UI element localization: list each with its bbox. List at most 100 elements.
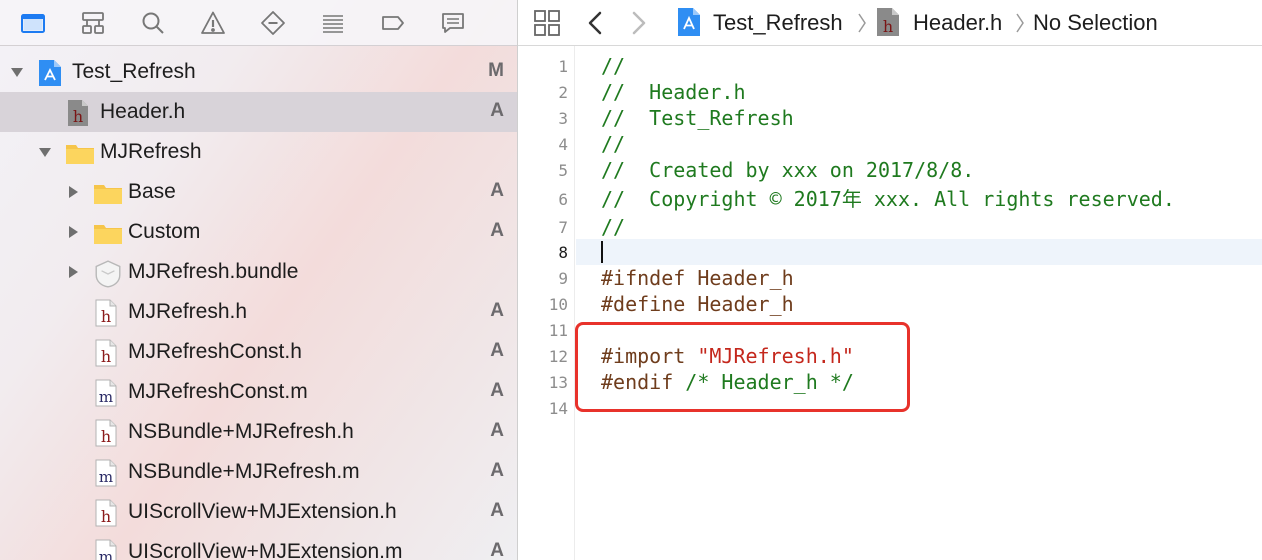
jump-bar: Test_Refresh h Header.h No Selection	[518, 0, 1262, 46]
code-area[interactable]: //// Header.h// Test_Refresh//// Created…	[576, 46, 1262, 560]
code-line: #ifndef Header_h	[601, 265, 794, 291]
line-number: 4	[558, 135, 568, 154]
find-navigator-tab[interactable]	[138, 8, 168, 38]
code-token-comment: //	[601, 215, 626, 239]
chevron-right-icon	[1016, 13, 1024, 33]
code-token-prep: #ifndef Header_h	[601, 266, 794, 290]
code-token-comment: //	[601, 54, 626, 78]
disclosure-open-icon[interactable]	[10, 65, 24, 79]
folder-icon	[93, 219, 123, 247]
report-navigator-tab[interactable]	[438, 8, 468, 38]
disclosure-closed-icon[interactable]	[66, 225, 80, 239]
code-token-comment: //	[601, 132, 626, 156]
project-navigator-tab[interactable]	[18, 8, 48, 38]
breadcrumb-file[interactable]: Header.h	[913, 10, 1002, 36]
text-caret	[601, 241, 603, 263]
tree-row[interactable]: Custom A	[0, 212, 517, 252]
svg-text:h: h	[101, 427, 111, 446]
hierarchy-icon	[82, 11, 104, 34]
tree-row[interactable]: h Header.h A	[0, 92, 517, 132]
tree-row[interactable]: h UIScrollView+MJExtension.h A	[0, 492, 517, 532]
line-number: 13	[548, 373, 568, 392]
header-file-icon: h	[93, 339, 119, 367]
tree-row[interactable]: m NSBundle+MJRefresh.m A	[0, 452, 517, 492]
tree-row[interactable]: h NSBundle+MJRefresh.h A	[0, 412, 517, 452]
svg-text:h: h	[883, 17, 893, 36]
svg-text:h: h	[101, 307, 111, 326]
implementation-file-icon: m	[93, 459, 119, 487]
issue-navigator-tab[interactable]	[198, 8, 228, 38]
source-control-status-badge: M	[488, 60, 504, 81]
test-navigator-tab[interactable]	[258, 8, 288, 38]
line-number-gutter: 1 2 3 4 5 6 7 8 9 10 11 12 13 14	[518, 46, 575, 560]
source-control-status-badge: A	[490, 420, 504, 441]
tree-row-label: MJRefresh	[100, 140, 202, 163]
bundle-icon	[93, 259, 123, 288]
tree-row-label: Test_Refresh	[72, 60, 196, 83]
line-number: 9	[558, 269, 568, 288]
folder-icon	[65, 139, 95, 167]
tree-row-label: Header.h	[100, 100, 186, 123]
code-line: //	[601, 53, 625, 79]
tree-row[interactable]: h MJRefresh.h A	[0, 292, 517, 332]
disclosure-closed-icon[interactable]	[66, 265, 80, 279]
tree-row-label: MJRefresh.h	[128, 300, 248, 323]
code-line: // Created by xxx on 2017/8/8.	[601, 157, 974, 183]
source-control-status-badge: A	[490, 220, 504, 241]
tree-row[interactable]: h MJRefreshConst.h A	[0, 332, 517, 372]
breadcrumb-project[interactable]: Test_Refresh	[713, 10, 843, 36]
breakpoint-navigator-tab[interactable]	[378, 8, 408, 38]
debug-navigator-tab[interactable]	[318, 8, 348, 38]
back-arrow-icon[interactable]	[584, 8, 606, 38]
navigator-toolbar	[0, 0, 517, 46]
code-token-prep: #endif	[601, 370, 686, 394]
symbol-navigator-tab[interactable]	[78, 8, 108, 38]
line-number: 11	[548, 321, 568, 340]
code-token-comment: // Test_Refresh	[601, 106, 794, 130]
source-control-status-badge: A	[490, 300, 504, 321]
tree-row[interactable]: Test_Refresh M	[0, 52, 517, 92]
code-line: //	[601, 214, 625, 240]
tree-row-label: MJRefreshConst.h	[128, 340, 302, 363]
tree-row[interactable]: Base A	[0, 172, 517, 212]
tree-row-label: UIScrollView+MJExtension.h	[128, 500, 397, 523]
line-number: 10	[548, 295, 568, 314]
tree-row-label: MJRefresh.bundle	[128, 260, 299, 283]
code-token-string: "MJRefresh.h"	[697, 344, 854, 368]
tree-row[interactable]: MJRefresh.bundle	[0, 252, 517, 292]
current-line-highlight	[576, 239, 1262, 265]
code-line: #endif /* Header_h */	[601, 369, 854, 395]
code-token-comment: /* Header_h */	[685, 370, 854, 394]
disclosure-closed-icon[interactable]	[66, 185, 80, 199]
code-token-comment: // Header.h	[601, 80, 746, 104]
header-file-icon: h	[877, 8, 899, 36]
breakpoint-icon	[382, 15, 404, 30]
code-line: //	[601, 131, 625, 157]
tree-row[interactable]: m UIScrollView+MJExtension.m A	[0, 532, 517, 560]
header-file-icon: h	[93, 299, 119, 327]
tree-row[interactable]: m MJRefreshConst.m A	[0, 372, 517, 412]
line-number: 3	[558, 109, 568, 128]
source-control-status-badge: A	[490, 340, 504, 361]
header-file-icon: h	[65, 99, 91, 127]
folder-icon	[93, 179, 123, 207]
tree-row[interactable]: MJRefresh	[0, 132, 517, 172]
code-line: // Header.h	[601, 79, 746, 105]
forward-arrow-icon[interactable]	[628, 8, 650, 38]
source-control-status-badge: A	[490, 460, 504, 481]
disclosure-open-icon[interactable]	[38, 145, 52, 159]
related-items-icon[interactable]	[532, 8, 562, 38]
breadcrumb-symbol[interactable]: No Selection	[1033, 10, 1158, 36]
code-line: // Test_Refresh	[601, 105, 794, 131]
source-control-status-badge: A	[490, 180, 504, 201]
warning-icon	[201, 11, 225, 34]
source-control-status-badge: A	[490, 380, 504, 401]
tree-row-label: NSBundle+MJRefresh.h	[128, 420, 354, 443]
code-line: // Copyright © 2017年 xxx. All rights res…	[601, 186, 1175, 212]
line-number: 1	[558, 57, 568, 76]
code-token-comment: // Copyright © 2017年 xxx. All rights res…	[601, 187, 1175, 211]
code-token-prep: #define Header_h	[601, 292, 794, 316]
svg-text:m: m	[99, 388, 113, 406]
source-control-status-badge: A	[490, 100, 504, 121]
tree-row-label: MJRefreshConst.m	[128, 380, 308, 403]
